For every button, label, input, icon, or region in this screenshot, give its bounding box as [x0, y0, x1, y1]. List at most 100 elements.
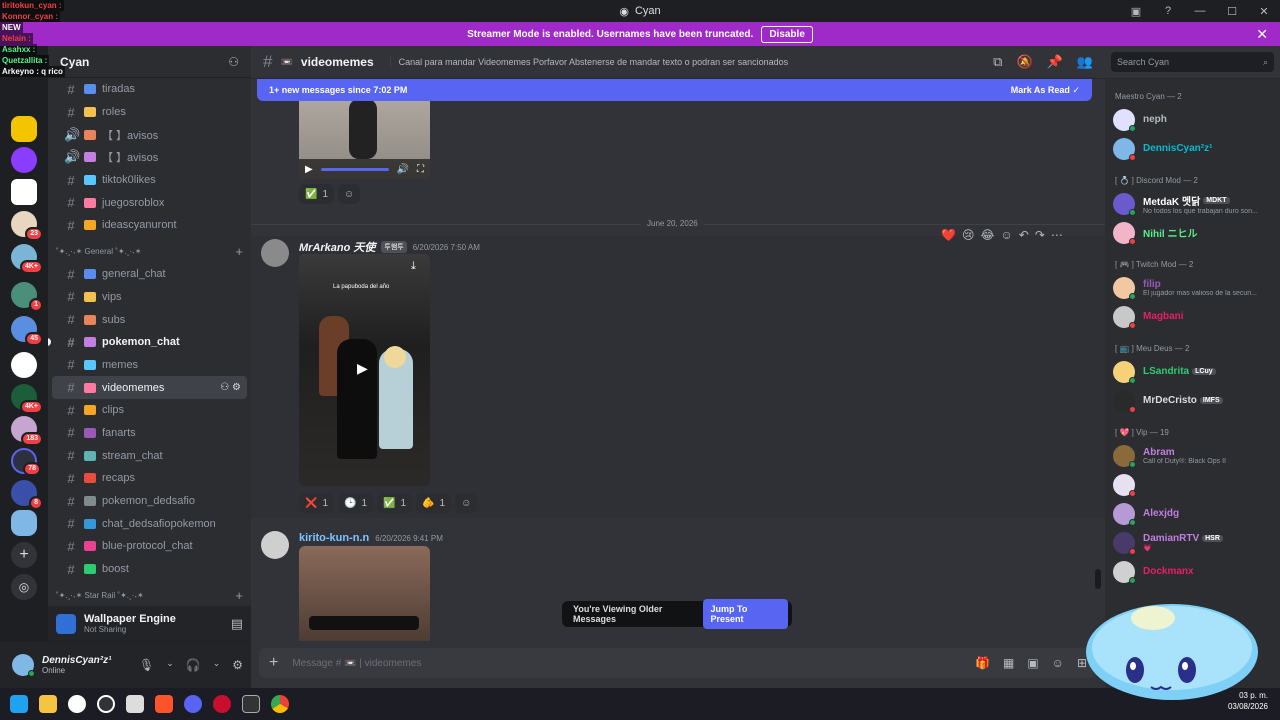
add-reaction-button[interactable]: ☺: [338, 184, 361, 204]
server-icon-active[interactable]: [11, 510, 37, 536]
gear-icon[interactable]: ⚙: [232, 382, 241, 393]
server-icon[interactable]: 8: [11, 480, 43, 510]
gif-icon[interactable]: ▦: [1003, 656, 1014, 670]
forward-icon[interactable]: ↷: [1035, 228, 1045, 242]
help-icon[interactable]: ?: [1152, 5, 1184, 17]
heart-reaction-icon[interactable]: ❤️: [941, 228, 956, 242]
reaction-button[interactable]: ✅ 1: [377, 493, 413, 513]
headphones-icon[interactable]: 🎧: [186, 658, 201, 672]
channel-text[interactable]: # pokemon_chat: [48, 331, 247, 354]
scrollbar[interactable]: [1095, 569, 1101, 589]
channel-text[interactable]: # recaps: [52, 467, 247, 490]
members-icon[interactable]: 👥: [1077, 54, 1093, 70]
app-icon[interactable]: [68, 695, 86, 713]
more-icon[interactable]: ⋯: [1051, 228, 1063, 242]
message-author[interactable]: kirito-kun-n.n: [299, 532, 369, 544]
reply-icon[interactable]: ↶: [1019, 228, 1029, 242]
search-input[interactable]: Search Cyan: [1117, 57, 1169, 67]
channel-text[interactable]: # stream_chat: [52, 444, 247, 467]
play-icon[interactable]: ▶: [305, 164, 313, 175]
channel-text[interactable]: # tiktok0likes: [52, 169, 247, 192]
channel-text[interactable]: # boost: [52, 558, 247, 581]
app-icon[interactable]: [97, 695, 115, 713]
add-attachment-icon[interactable]: +: [269, 654, 278, 672]
mute-icon[interactable]: 🔕: [1016, 54, 1032, 70]
video-embed[interactable]: [299, 546, 430, 641]
message-author[interactable]: MrArkano 天使: [299, 239, 375, 255]
member-item[interactable]: MetdaK 멧닭 MDKT No todos los que trabajan d…: [1105, 189, 1280, 218]
app-icon[interactable]: [126, 695, 144, 713]
server-icon[interactable]: 1: [11, 282, 43, 312]
channel-text[interactable]: # tiradas: [52, 78, 247, 101]
category-general[interactable]: ˚✦.˳·˖✶ General ˚✦.˳·˖✶ +: [48, 241, 251, 263]
disable-streamer-button[interactable]: Disable: [761, 25, 813, 43]
minimize-button[interactable]: —: [1184, 5, 1216, 17]
inbox-icon[interactable]: ▣: [1120, 5, 1152, 18]
reaction-button[interactable]: 🕒 1: [338, 493, 374, 513]
server-icon[interactable]: [11, 179, 37, 205]
new-messages-bar[interactable]: 1+ new messages since 7:02 PM Mark As Re…: [257, 79, 1092, 101]
close-window-button[interactable]: ✕: [1248, 5, 1280, 18]
channel-text[interactable]: # blue-protocol_chat: [52, 535, 247, 558]
discord-icon[interactable]: [184, 695, 202, 713]
reaction-button[interactable]: ❌ 1: [299, 493, 335, 513]
channel-text[interactable]: # roles: [52, 101, 247, 124]
app-icon[interactable]: [242, 695, 260, 713]
opera-icon[interactable]: [213, 695, 231, 713]
settings-icon[interactable]: ⚙: [232, 658, 243, 672]
server-icon[interactable]: 45: [11, 316, 43, 346]
play-icon[interactable]: ▶: [357, 360, 368, 377]
pin-icon[interactable]: 📌: [1047, 54, 1063, 70]
channel-text[interactable]: # ideascyanuront: [52, 214, 247, 237]
file-explorer-icon[interactable]: [39, 695, 57, 713]
member-item[interactable]: DamianRTV HSR 💗: [1105, 528, 1280, 557]
channel-text[interactable]: # chat_dedsafiopokemon: [52, 512, 247, 535]
windows-start-icon[interactable]: [10, 695, 28, 713]
microphone-icon[interactable]: 🎙: [139, 658, 154, 672]
server-icon[interactable]: 4K+: [11, 384, 43, 414]
member-item[interactable]: Nihil ニヒル: [1105, 218, 1280, 247]
avatar[interactable]: [12, 654, 35, 677]
channel-voice[interactable]: 🔊 【 】avisos: [52, 123, 247, 146]
discover-icon[interactable]: ◎: [11, 574, 37, 600]
mark-as-read-button[interactable]: Mark As Read ✓: [1011, 85, 1080, 96]
add-member-icon[interactable]: ⚇: [228, 55, 239, 69]
emoji-icon[interactable]: ☺: [1052, 656, 1064, 670]
channel-text[interactable]: # pokemon_dedsafio: [52, 490, 247, 513]
server-icon[interactable]: [11, 147, 37, 173]
search-bar[interactable]: Search Cyan ⌕: [1105, 46, 1280, 79]
avatar[interactable]: [261, 531, 289, 559]
category-starrail[interactable]: ˚✦.˳·˖✶ Star Rail ˚✦.˳·˖✶ +: [48, 584, 251, 606]
laughing-reaction-icon[interactable]: 😂: [980, 228, 994, 242]
member-item[interactable]: neph: [1105, 105, 1280, 134]
chrome-icon[interactable]: [271, 695, 289, 713]
chevron-down-icon[interactable]: ⌄: [166, 658, 174, 672]
member-item[interactable]: Abram Call of Duty®: Black Ops II: [1105, 441, 1280, 470]
share-screen-icon[interactable]: ▤: [231, 616, 243, 632]
channel-text[interactable]: # general_chat: [52, 263, 247, 286]
member-item[interactable]: Dockmanx: [1105, 557, 1280, 586]
reaction-button[interactable]: ✅ 1: [299, 184, 335, 204]
avatar[interactable]: [261, 239, 289, 267]
brave-icon[interactable]: [155, 695, 173, 713]
chevron-down-icon[interactable]: ⌄: [213, 658, 221, 672]
progress-bar[interactable]: [320, 167, 389, 171]
sticker-icon[interactable]: ▣: [1027, 656, 1038, 670]
server-icon[interactable]: 4K+: [11, 244, 43, 274]
channel-text[interactable]: # clips: [52, 399, 247, 422]
add-reaction-icon[interactable]: ☺: [1001, 228, 1013, 242]
invite-icon[interactable]: ⚇: [220, 382, 232, 393]
channel-text[interactable]: # memes: [52, 354, 247, 377]
server-icon[interactable]: [11, 116, 37, 142]
add-reaction-button[interactable]: ☺: [455, 493, 478, 513]
channel-text[interactable]: # juegosroblox: [52, 191, 247, 214]
fullscreen-icon[interactable]: ⛶: [417, 164, 424, 175]
member-item[interactable]: MrDeCristo IMFS: [1105, 386, 1280, 415]
crying-reaction-icon[interactable]: 😢: [962, 228, 975, 242]
jump-to-present-button[interactable]: Jump To Present: [702, 599, 788, 629]
channel-text[interactable]: # fanarts: [52, 422, 247, 445]
video-embed[interactable]: La papuboda del año ▶ ⤓: [299, 254, 430, 486]
member-item[interactable]: Magbani: [1105, 302, 1280, 331]
server-icon[interactable]: [11, 352, 37, 378]
gift-icon[interactable]: 🎁: [975, 656, 990, 670]
